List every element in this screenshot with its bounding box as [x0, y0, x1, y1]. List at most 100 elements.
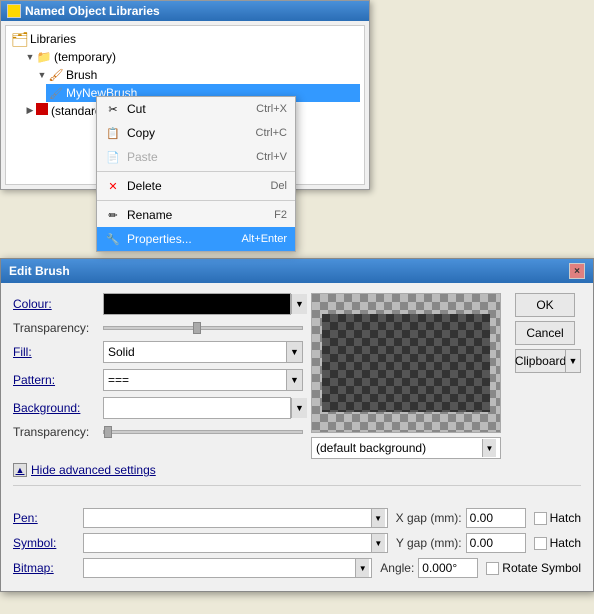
preview-area: [311, 293, 501, 433]
properties-icon: 🔧: [105, 231, 121, 247]
hatch-check-2[interactable]: Hatch: [534, 536, 581, 550]
delete-shortcut: Del: [270, 180, 287, 192]
eb-title: Edit Brush: [9, 264, 70, 278]
copy-label: Copy: [127, 126, 155, 140]
nol-body: 🗂 Libraries ▼ 📁 (temporary) ▼ 🖌 Brush 🖌 …: [5, 25, 365, 185]
properties-label: Properties...: [127, 232, 192, 246]
bitmap-row: Bitmap: ▼ Angle: Rotate Symbol: [13, 558, 581, 578]
rotate-symbol-checkbox[interactable]: [486, 562, 499, 575]
colour-row: Colour: ▼: [13, 293, 303, 315]
rename-label: Rename: [127, 208, 172, 222]
colour-label: Colour:: [13, 297, 103, 311]
bg-default-arrow[interactable]: ▼: [482, 439, 496, 457]
pattern-combo[interactable]: === ▼: [103, 369, 303, 391]
fill-row: Fill: Solid ▼: [13, 341, 303, 363]
brush-item-icon: 🖌: [48, 85, 64, 101]
tree-item-temporary[interactable]: ▼ 📁 (temporary): [22, 48, 360, 66]
libraries-icon: 🗂: [12, 31, 28, 47]
colour-swatch[interactable]: [103, 293, 291, 315]
pen-combo-arrow[interactable]: ▼: [371, 509, 385, 527]
transparency-row: Transparency:: [13, 321, 303, 335]
cancel-button[interactable]: Cancel: [515, 321, 575, 345]
hatch-label-2: Hatch: [550, 536, 581, 550]
bg-default-label: (default background): [316, 441, 426, 455]
symbol-combo-arrow[interactable]: ▼: [371, 534, 385, 552]
tree-item-libraries[interactable]: 🗂 Libraries: [10, 30, 360, 48]
context-menu: ✂ Cut Ctrl+X 📋 Copy Ctrl+C 📄 Paste Ctrl+…: [96, 96, 296, 252]
ok-button[interactable]: OK: [515, 293, 575, 317]
clipboard-button-group[interactable]: Clipboard ▼: [515, 349, 581, 373]
nol-window: Named Object Libraries 🗂 Libraries ▼ 📁 (…: [0, 0, 370, 190]
fill-combo[interactable]: Solid ▼: [103, 341, 303, 363]
rename-icon: ✏: [105, 207, 121, 223]
button-group: OK Cancel Clipboard ▼: [515, 293, 581, 373]
separator: [13, 485, 581, 486]
left-form: Colour: ▼ Transparency: Fill: Solid: [13, 293, 303, 445]
libraries-label: Libraries: [30, 32, 76, 46]
hide-advanced-label: Hide advanced settings: [31, 463, 156, 477]
ctx-cut[interactable]: ✂ Cut Ctrl+X: [97, 97, 295, 121]
eb-body: Colour: ▼ Transparency: Fill: Solid: [1, 283, 593, 502]
toggle-icon: ▲: [13, 463, 27, 477]
bg-transparency-row: Transparency:: [13, 425, 303, 439]
transparency-slider[interactable]: [103, 326, 303, 330]
colour-arrow[interactable]: ▼: [291, 294, 307, 314]
temporary-label: (temporary): [54, 50, 116, 64]
pen-row: Pen: ▼ X gap (mm): Hatch: [13, 508, 581, 528]
background-arrow[interactable]: ▼: [291, 398, 307, 418]
hatch-checkbox-1[interactable]: [534, 512, 547, 525]
pen-label: Pen:: [13, 511, 83, 525]
y-gap-label: Y gap (mm):: [396, 536, 462, 550]
symbol-combo[interactable]: ▼: [83, 533, 388, 553]
bg-default-combo[interactable]: (default background) ▼: [311, 437, 501, 459]
rotate-symbol-check[interactable]: Rotate Symbol: [486, 561, 581, 575]
edit-brush-window: Edit Brush × Colour: ▼ Transparency:: [0, 258, 594, 592]
x-gap-input[interactable]: [466, 508, 526, 528]
red-square-icon: [36, 103, 48, 118]
pattern-value: ===: [108, 373, 129, 387]
ctx-sep1: [97, 171, 295, 172]
angle-input[interactable]: [418, 558, 478, 578]
pen-combo[interactable]: ▼: [83, 508, 388, 528]
bitmap-label: Bitmap:: [13, 561, 83, 575]
clipboard-arrow[interactable]: ▼: [565, 349, 581, 373]
nol-title-icon: [7, 4, 21, 18]
eb-titlebar: Edit Brush ×: [1, 259, 593, 283]
background-swatch[interactable]: [103, 397, 291, 419]
pattern-label: Pattern:: [13, 373, 103, 387]
paste-icon: 📄: [105, 149, 121, 165]
ctx-delete[interactable]: ✕ Delete Del: [97, 174, 295, 198]
hatch-check-1[interactable]: Hatch: [534, 511, 581, 525]
hatch-checkbox-2[interactable]: [534, 537, 547, 550]
brush-icon: 🖌: [48, 67, 64, 83]
rotate-symbol-label: Rotate Symbol: [502, 561, 581, 575]
bg-transparency-slider[interactable]: [103, 430, 303, 434]
y-gap-input[interactable]: [466, 533, 526, 553]
angle-label: Angle:: [380, 561, 414, 575]
bitmap-combo[interactable]: ▼: [83, 558, 372, 578]
hide-advanced-toggle[interactable]: ▲ Hide advanced settings: [13, 463, 581, 477]
cut-icon: ✂: [105, 101, 121, 117]
nol-title-text: Named Object Libraries: [25, 4, 160, 18]
ctx-properties[interactable]: 🔧 Properties... Alt+Enter: [97, 227, 295, 251]
top-section: Colour: ▼ Transparency: Fill: Solid: [13, 293, 581, 459]
arrow-down-icon2: ▼: [36, 69, 48, 81]
delete-label: Delete: [127, 179, 162, 193]
clipboard-button[interactable]: Clipboard: [515, 349, 565, 373]
arrow-down-icon: ▼: [24, 51, 36, 63]
paste-shortcut: Ctrl+V: [256, 151, 287, 163]
ctx-copy[interactable]: 📋 Copy Ctrl+C: [97, 121, 295, 145]
close-button[interactable]: ×: [569, 263, 585, 279]
bitmap-combo-arrow[interactable]: ▼: [355, 559, 369, 577]
ctx-sep2: [97, 200, 295, 201]
cut-shortcut: Ctrl+X: [256, 103, 287, 115]
copy-shortcut: Ctrl+C: [256, 127, 287, 139]
arrow-right-icon: ▶: [24, 105, 36, 117]
fill-label: Fill:: [13, 345, 103, 359]
fill-combo-arrow[interactable]: ▼: [286, 342, 302, 362]
tree-item-brush[interactable]: ▼ 🖌 Brush: [34, 66, 360, 84]
hatch-label-1: Hatch: [550, 511, 581, 525]
ctx-rename[interactable]: ✏ Rename F2: [97, 203, 295, 227]
delete-icon: ✕: [105, 178, 121, 194]
pattern-combo-arrow[interactable]: ▼: [286, 370, 302, 390]
